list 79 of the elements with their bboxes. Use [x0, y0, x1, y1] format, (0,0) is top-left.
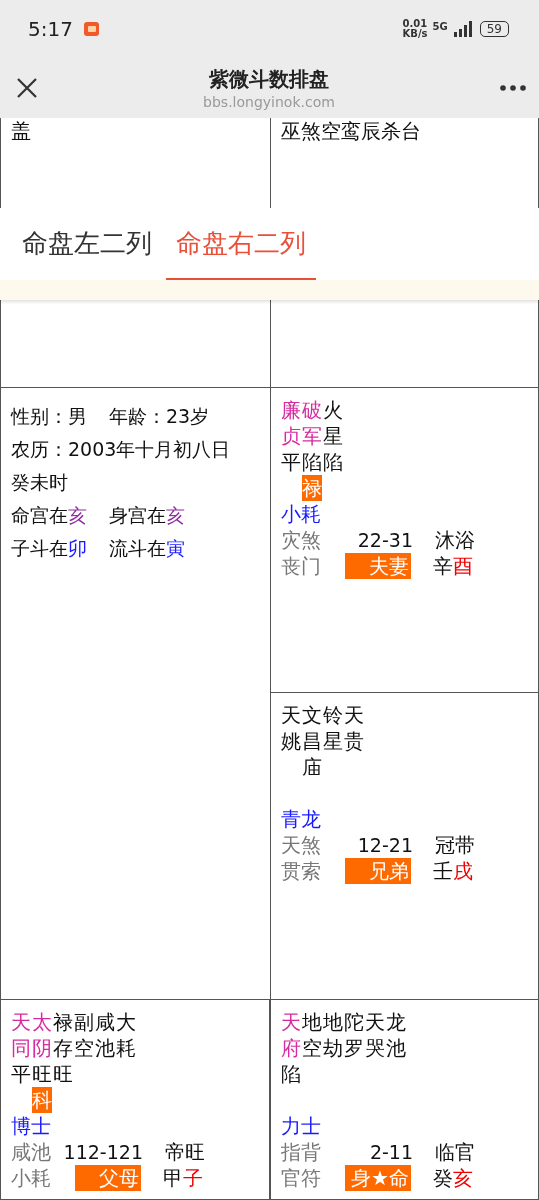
star-name: 天贵 — [344, 702, 364, 754]
star-text: 巫煞空鸾辰杀台 — [281, 118, 422, 144]
suiqian-label: 天煞 — [281, 832, 322, 858]
info-text: 流斗在寅 — [109, 536, 185, 561]
clock-time: 5:17 — [28, 17, 73, 41]
boshi-label: 小耗 — [281, 501, 321, 527]
star-name: 咸池 — [95, 1009, 115, 1061]
palace-name: 父母 — [75, 1165, 141, 1191]
info-text: 子斗在卯 — [11, 536, 87, 561]
suiqian-label: 灾煞 — [281, 527, 322, 553]
star-name: 陀罗 — [344, 1009, 364, 1061]
info-text: 性别：男 — [11, 404, 87, 429]
page-title: 紫微斗数排盘 — [209, 66, 329, 93]
star-name: 廉贞 — [281, 397, 301, 449]
star-name: 副空 — [74, 1009, 94, 1061]
app-notification-icon — [82, 20, 101, 38]
stem-branch: 辛酉 — [433, 553, 473, 579]
star-name: 地空 — [302, 1009, 322, 1061]
network-type: 5G — [432, 21, 448, 32]
growth-stage: 帝旺 — [165, 1139, 205, 1165]
network-speed: 0.01 — [402, 19, 428, 29]
growth-stage: 临官 — [435, 1139, 475, 1165]
stem-branch: 癸亥 — [433, 1165, 473, 1191]
age-range: 12-21 — [356, 833, 413, 858]
star-name: 火星 — [323, 397, 343, 449]
jiangqian-label: 官符 — [281, 1165, 322, 1191]
jiangqian-label: 小耗 — [11, 1165, 52, 1191]
star-brightness: 平 — [281, 449, 301, 475]
suiqian-label: 咸池 — [11, 1139, 52, 1165]
palace-name: 兄弟 — [345, 858, 411, 884]
stem-branch: 甲子 — [163, 1165, 203, 1191]
star-name: 禄存 — [53, 1009, 73, 1061]
star-name: 大耗 — [116, 1009, 136, 1061]
boshi-label: 力士 — [281, 1113, 321, 1139]
boshi-label: 青龙 — [281, 806, 321, 832]
star-brightness: 陷 — [281, 1061, 301, 1087]
star-name: 天府 — [281, 1009, 301, 1061]
jiangqian-label: 丧门 — [281, 553, 322, 579]
star-text: 盖 — [11, 118, 32, 144]
age-range: 112-121 — [62, 1140, 143, 1165]
stem-branch: 壬戌 — [433, 858, 473, 884]
growth-stage: 沐浴 — [435, 527, 475, 553]
jiangqian-label: 贯索 — [281, 858, 322, 884]
star-brightness: 庙 — [302, 754, 322, 780]
star-brightness: 平 — [11, 1061, 31, 1087]
tab[interactable]: 命盘左二列 — [12, 208, 162, 280]
star-brightness: 陷 — [302, 449, 322, 475]
star-name: 地劫 — [323, 1009, 343, 1061]
boshi-label: 博士 — [11, 1113, 51, 1139]
info-text: 年龄：23岁 — [109, 404, 210, 429]
star-name: 天姚 — [281, 702, 301, 754]
suiqian-label: 指背 — [281, 1139, 322, 1165]
star-name: 龙池 — [386, 1009, 406, 1061]
info-text: 农历：2003年十月初八日 — [11, 437, 231, 462]
palace-name: 夫妻 — [345, 553, 411, 579]
star-brightness: 旺 — [53, 1061, 73, 1087]
growth-stage: 冠带 — [435, 832, 475, 858]
info-text: 命宫在亥 — [11, 503, 87, 528]
palace-name: 身★命 — [345, 1165, 411, 1191]
star-brightness: 陷 — [323, 449, 343, 475]
info-text: 癸未时 — [11, 470, 68, 495]
age-range: 2-11 — [368, 1140, 413, 1165]
age-range: 22-31 — [356, 528, 413, 553]
network-speed-unit: KB/s — [402, 29, 428, 39]
star-name: 天哭 — [365, 1009, 385, 1061]
star-name: 破军 — [302, 397, 322, 449]
info-text: 身宫在亥 — [109, 503, 185, 528]
star-brightness: 旺 — [32, 1061, 52, 1087]
page-url: bbs.longyinok.com — [203, 93, 335, 111]
transform-badge: 科 — [32, 1087, 52, 1113]
star-name: 文昌 — [302, 702, 322, 754]
more-menu-icon[interactable] — [500, 85, 526, 91]
transform-badge: 禄 — [302, 475, 322, 501]
signal-icon — [452, 21, 475, 37]
star-name: 铃星 — [323, 702, 343, 754]
star-name: 太阴 — [32, 1009, 52, 1061]
close-icon[interactable] — [16, 77, 38, 99]
battery-level: 59 — [479, 21, 509, 37]
star-name: 天同 — [11, 1009, 31, 1061]
